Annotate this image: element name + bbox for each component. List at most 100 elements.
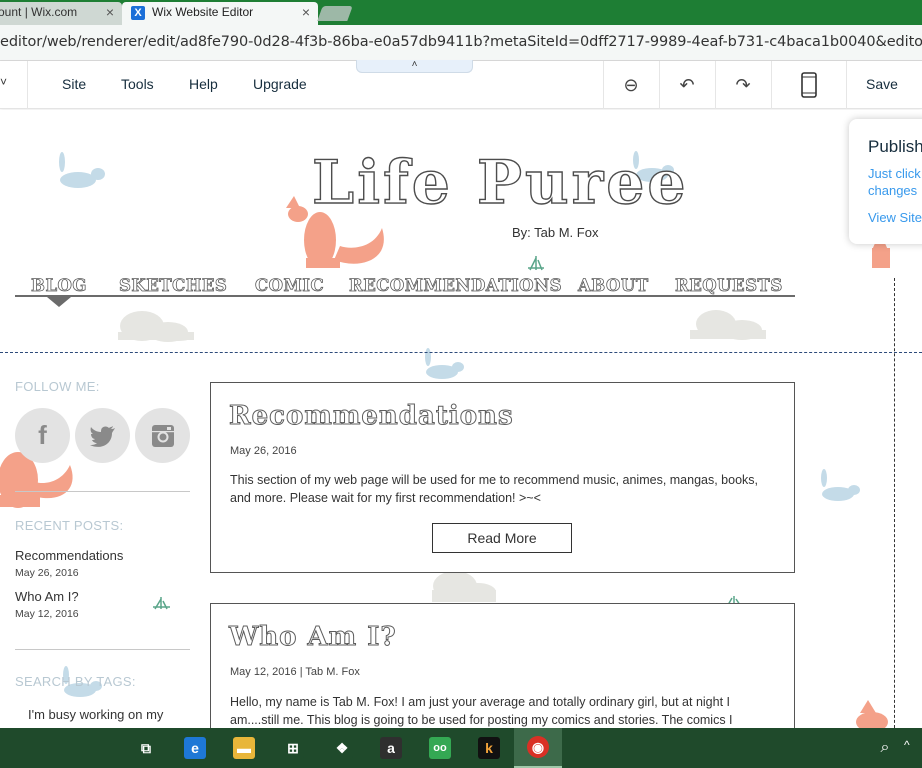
- recent-post-date: May 26, 2016: [15, 567, 79, 579]
- chevron-down-icon[interactable]: ˅: [0, 75, 7, 89]
- zoom-out-icon: ⊖: [623, 74, 639, 95]
- mobile-view-button[interactable]: [781, 61, 837, 109]
- chrome-button[interactable]: ◉: [514, 728, 562, 768]
- cloud-icon: [432, 571, 496, 602]
- tab-wix-account[interactable]: ount | Wix.com ×: [0, 2, 122, 25]
- nav-item-recommendations[interactable]: RECOMMENDATIONS: [349, 276, 562, 296]
- amazon-icon: a: [380, 737, 402, 759]
- read-more-button[interactable]: Read More: [432, 523, 572, 553]
- facebook-icon: f: [38, 420, 47, 450]
- menu-tools[interactable]: Tools: [121, 76, 154, 92]
- nav-item-comic[interactable]: COMIC: [255, 276, 324, 296]
- twitter-button[interactable]: [75, 408, 130, 463]
- redo-button[interactable]: ↷: [715, 61, 771, 109]
- menu-help[interactable]: Help: [189, 76, 218, 92]
- task-view-icon: ⧉: [135, 737, 157, 759]
- site-canvas[interactable]: Life Puree By: Tab M. Fox BLOG SKETCHES …: [0, 110, 922, 728]
- recent-post-link[interactable]: Recommendations: [15, 548, 123, 563]
- view-site-link[interactable]: View Site: [868, 210, 922, 225]
- fox-icon: [856, 700, 888, 728]
- post-title[interactable]: Who Am I?: [229, 622, 397, 653]
- post-meta: May 26, 2016: [230, 445, 297, 457]
- tab-title: ount | Wix.com: [0, 5, 78, 19]
- menu-upgrade[interactable]: Upgrade: [253, 76, 307, 92]
- zoom-out-button[interactable]: ⊖: [603, 61, 659, 109]
- recent-post-date: May 12, 2016: [15, 608, 79, 620]
- site-byline[interactable]: By: Tab M. Fox: [512, 225, 598, 240]
- store-button[interactable]: ⊞: [269, 728, 317, 768]
- divider: [771, 61, 772, 109]
- post-title[interactable]: Recommendations: [229, 401, 514, 432]
- wix-favicon-icon: X: [131, 6, 145, 20]
- facebook-button[interactable]: f: [15, 408, 70, 463]
- cloud-icon: [118, 311, 194, 342]
- publish-description: Just click changes: [868, 165, 921, 199]
- page-edge-guide: [894, 278, 895, 728]
- edge-button[interactable]: e: [171, 728, 219, 768]
- post-excerpt: Hello, my name is Tab M. Fox! I am just …: [230, 695, 733, 727]
- url-text[interactable]: editor/web/renderer/edit/ad8fe790-0d28-4…: [0, 34, 922, 50]
- cloud-icon: [690, 310, 766, 340]
- grass-icon: [528, 256, 544, 271]
- grass-icon: [153, 597, 170, 610]
- sidebar-divider: [15, 491, 190, 492]
- collapse-toolbar-button[interactable]: ˄: [356, 60, 473, 73]
- chevron-up-icon: ˄: [411, 59, 418, 70]
- nav-item-blog[interactable]: BLOG: [31, 276, 87, 296]
- save-button[interactable]: Save: [866, 76, 898, 92]
- rabbit-icon: [59, 152, 105, 188]
- follow-label: FOLLOW ME:: [15, 379, 100, 394]
- tripadvisor-icon: oo: [429, 737, 451, 759]
- tab-wix-editor[interactable]: X Wix Website Editor ×: [122, 2, 318, 25]
- chevron-up-icon[interactable]: ^: [904, 738, 910, 752]
- post-excerpt: This section of my web page will be used…: [230, 473, 759, 505]
- close-icon[interactable]: ×: [106, 2, 114, 23]
- nav-item-sketches[interactable]: SKETCHES: [119, 276, 228, 296]
- publish-title: Publish: [868, 137, 922, 156]
- nav-item-about[interactable]: ABOUT: [578, 276, 649, 296]
- menu-site[interactable]: Site: [62, 76, 86, 92]
- nav-active-indicator: [47, 297, 71, 307]
- new-tab-button[interactable]: [317, 6, 353, 21]
- windows-taskbar: ⧉ e ▬ ⊞ ❖ a oo k ◉ ⌕ ^: [0, 728, 922, 768]
- task-view-button[interactable]: ⧉: [122, 728, 170, 768]
- blog-post-card[interactable]: Recommendations May 26, 2016 This sectio…: [210, 382, 795, 573]
- divider: [846, 61, 847, 109]
- tab-title: Wix Website Editor: [152, 5, 254, 19]
- nav-item-requests[interactable]: REQUESTS: [675, 276, 783, 296]
- address-bar[interactable]: editor/web/renderer/edit/ad8fe790-0d28-4…: [0, 25, 922, 61]
- recent-posts-label: RECENT POSTS:: [15, 518, 124, 533]
- publish-description-line: Just click: [868, 166, 921, 181]
- amazon-button[interactable]: a: [367, 728, 415, 768]
- file-explorer-button[interactable]: ▬: [220, 728, 268, 768]
- blog-post-card[interactable]: Who Am I? May 12, 2016 | Tab M. Fox Hell…: [210, 603, 795, 728]
- dropbox-button[interactable]: ❖: [318, 728, 366, 768]
- recent-post-link[interactable]: Who Am I?: [15, 589, 79, 604]
- tripadvisor-button[interactable]: oo: [416, 728, 464, 768]
- notification-icon[interactable]: ⌕: [872, 736, 898, 760]
- tags-label: SEARCH BY TAGS:: [15, 674, 136, 689]
- instagram-button[interactable]: [135, 408, 190, 463]
- site-title[interactable]: Life Puree: [311, 147, 689, 218]
- kindle-button[interactable]: k: [465, 728, 513, 768]
- chrome-icon: ◉: [527, 736, 549, 758]
- tags-text: I'm busy working on my: [28, 707, 164, 722]
- store-icon: ⊞: [282, 737, 304, 759]
- mobile-icon: [801, 72, 817, 98]
- close-icon[interactable]: ×: [302, 2, 310, 23]
- browser-tab-bar: ount | Wix.com × X Wix Website Editor ×: [0, 0, 922, 25]
- dropbox-icon: ❖: [331, 737, 353, 759]
- rabbit-icon: [821, 469, 860, 501]
- edge-icon: e: [184, 737, 206, 759]
- divider: [27, 61, 28, 109]
- file-explorer-icon: ▬: [233, 737, 255, 759]
- site-navigation: BLOG SKETCHES COMIC RECOMMENDATIONS ABOU…: [15, 276, 795, 297]
- redo-icon: ↷: [735, 74, 751, 95]
- publish-description-line: changes: [868, 183, 918, 198]
- sidebar-divider: [15, 649, 190, 650]
- header-boundary-guide: [0, 352, 922, 353]
- twitter-icon: [89, 425, 115, 447]
- undo-button[interactable]: ↶: [659, 61, 715, 109]
- undo-icon: ↶: [679, 74, 695, 95]
- publish-panel[interactable]: Publish Just click changes View Site: [849, 119, 922, 244]
